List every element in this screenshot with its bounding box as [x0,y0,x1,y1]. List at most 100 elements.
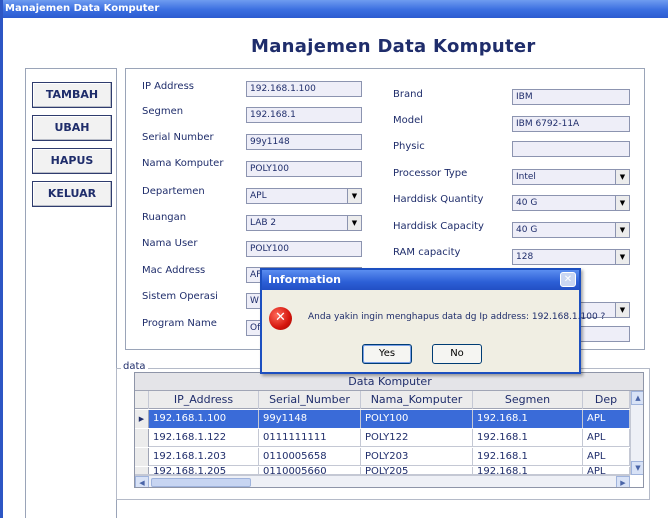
mac-address-label: Mac Address [142,265,206,276]
ip-address-field[interactable]: 192.168.1.100 [246,81,362,97]
scroll-right-icon[interactable]: ▶ [616,476,630,487]
ram-capacity-label: RAM capacity [393,247,461,258]
cell-serial[interactable]: 0110005660 [259,467,361,474]
cell-ip[interactable]: 192.168.1.122 [149,429,259,447]
nama-user-label: Nama User [142,238,198,249]
cell-segmen[interactable]: 192.168.1 [473,467,583,474]
ruangan-value: LAB 2 [250,218,277,228]
dropdown-arrow-icon[interactable]: ▼ [615,196,629,210]
dropdown-arrow-icon[interactable]: ▼ [615,223,629,237]
action-panel: TAMBAH UBAH HAPUS KELUAR [25,68,117,518]
harddisk-quantity-value: 40 G [516,198,538,208]
cell-ip[interactable]: 192.168.1.205 [149,467,259,474]
dialog-title: Information [262,270,579,290]
cell-dep[interactable]: APL [583,448,630,466]
cell-serial[interactable]: 0110005658 [259,448,361,466]
cell-serial[interactable]: 0111111111 [259,429,361,447]
cell-segmen[interactable]: 192.168.1 [473,410,583,428]
error-icon: ✕ [269,307,292,330]
harddisk-capacity-label: Harddisk Capacity [393,221,484,232]
main-window: Manajemen Data Komputer Manajemen Data K… [0,0,668,518]
cell-ip[interactable]: 192.168.1.100 [149,410,259,428]
ruangan-select[interactable]: LAB 2 ▼ [246,215,362,231]
harddisk-capacity-select[interactable]: 40 G ▼ [512,222,630,238]
dialog-message: Anda yakin ingin menghapus data dg Ip ad… [308,312,606,322]
header-serial-number[interactable]: Serial_Number [259,391,361,409]
scroll-up-icon[interactable]: ▲ [631,391,643,405]
ubah-button[interactable]: UBAH [32,115,112,141]
horizontal-scroll-thumb[interactable] [151,478,251,487]
cell-nama[interactable]: POLY100 [361,410,473,428]
ruangan-label: Ruangan [142,212,187,223]
table-row[interactable]: 192.168.1.205 0110005660 POLY205 192.168… [135,467,643,475]
grid-header: IP_Address Serial_Number Nama_Komputer S… [135,391,643,409]
nama-komputer-label: Nama Komputer [142,158,224,169]
horizontal-scrollbar[interactable]: ◀ ▶ [135,475,630,487]
window-title: Manajemen Data Komputer [3,0,668,18]
dropdown-arrow-icon[interactable]: ▼ [615,170,629,184]
table-row[interactable]: ▶ 192.168.1.100 99y1148 POLY100 192.168.… [135,410,643,428]
scroll-down-icon[interactable]: ▼ [631,461,643,475]
departemen-select[interactable]: APL ▼ [246,188,362,204]
keluar-button[interactable]: KELUAR [32,181,112,207]
cell-nama[interactable]: POLY205 [361,467,473,474]
nama-komputer-field[interactable]: POLY100 [246,161,362,177]
header-indicator [135,391,149,409]
ip-address-label: IP Address [142,81,194,92]
header-nama-komputer[interactable]: Nama_Komputer [361,391,473,409]
table-row[interactable]: 192.168.1.203 0110005658 POLY203 192.168… [135,448,643,466]
hapus-button[interactable]: HAPUS [32,148,112,174]
cell-segmen[interactable]: 192.168.1 [473,448,583,466]
physic-field[interactable] [512,141,630,157]
cell-serial[interactable]: 99y1148 [259,410,361,428]
close-icon[interactable]: ✕ [560,272,576,287]
cell-dep[interactable]: APL [583,429,630,447]
program-name-label: Program Name [142,318,217,329]
dropdown-arrow-icon[interactable]: ▼ [615,250,629,264]
model-label: Model [393,115,424,126]
segmen-field[interactable]: 192.168.1 [246,107,362,123]
brand-field[interactable]: IBM [512,89,630,105]
brand-label: Brand [393,89,423,100]
nama-user-field[interactable]: POLY100 [246,241,362,257]
row-indicator [135,467,149,474]
harddisk-capacity-value: 40 G [516,225,538,235]
cell-dep[interactable]: APL [583,467,630,474]
serial-number-field[interactable]: 99y1148 [246,134,362,150]
departemen-value: APL [250,191,267,201]
data-grid[interactable]: Data Komputer IP_Address Serial_Number N… [134,372,644,488]
serial-number-label: Serial Number [142,132,214,143]
segmen-label: Segmen [142,106,184,117]
processor-type-label: Processor Type [393,168,468,179]
table-row[interactable]: 192.168.1.122 0111111111 POLY122 192.168… [135,429,643,447]
cell-segmen[interactable]: 192.168.1 [473,429,583,447]
no-button[interactable]: No [432,344,482,364]
page-title: Manajemen Data Komputer [251,36,536,57]
information-dialog: Information ✕ ✕ Anda yakin ingin menghap… [260,268,605,374]
ram-capacity-select[interactable]: 128 ▼ [512,249,630,265]
yes-button[interactable]: Yes [362,344,412,364]
processor-type-value: Intel [516,172,536,182]
dropdown-arrow-icon[interactable]: ▼ [347,189,361,203]
departemen-label: Departemen [142,186,205,197]
cell-nama[interactable]: POLY203 [361,448,473,466]
scroll-left-icon[interactable]: ◀ [135,476,149,487]
cell-nama[interactable]: POLY122 [361,429,473,447]
row-indicator [135,448,149,466]
header-departemen[interactable]: Dep [583,391,630,409]
cell-ip[interactable]: 192.168.1.203 [149,448,259,466]
header-ip-address[interactable]: IP_Address [149,391,259,409]
tambah-button[interactable]: TAMBAH [32,82,112,108]
vertical-scrollbar[interactable]: ▲ ▼ [630,391,643,475]
row-pointer-icon: ▶ [135,410,149,428]
processor-type-select[interactable]: Intel ▼ [512,169,630,185]
model-field[interactable]: IBM 6792-11A [512,116,630,132]
dropdown-arrow-icon[interactable]: ▼ [615,303,629,317]
cell-dep[interactable]: APL [583,410,630,428]
harddisk-quantity-select[interactable]: 40 G ▼ [512,195,630,211]
physic-label: Physic [393,141,425,152]
sistem-operasi-label: Sistem Operasi [142,291,218,302]
header-segmen[interactable]: Segmen [473,391,583,409]
dropdown-arrow-icon[interactable]: ▼ [347,216,361,230]
ram-capacity-value: 128 [516,252,534,262]
